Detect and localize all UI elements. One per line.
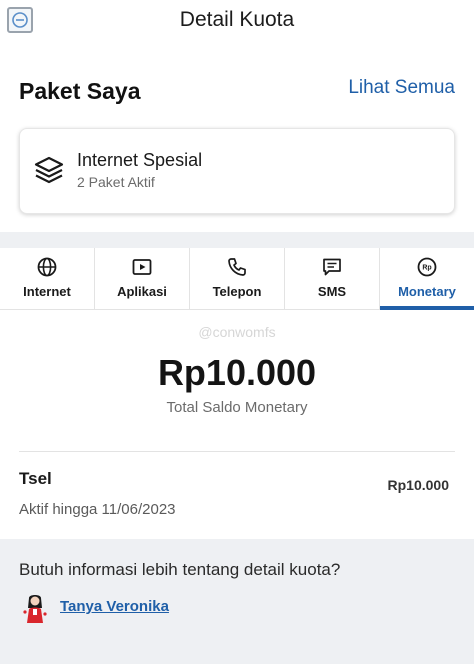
app-header: Detail Kuota bbox=[0, 0, 474, 44]
balance-item-validity: Aktif hingga 11/06/2023 bbox=[19, 501, 176, 518]
tab-label: Aplikasi bbox=[117, 284, 167, 299]
page-title: Detail Kuota bbox=[179, 8, 295, 31]
veronika-avatar-icon bbox=[23, 595, 47, 623]
divider-line bbox=[19, 451, 455, 452]
total-amount: Rp10.000 bbox=[157, 352, 317, 393]
play-icon bbox=[132, 259, 152, 275]
ask-veronika-link[interactable]: Tanya Veronika bbox=[60, 598, 169, 615]
balance-item-value: Rp10.000 bbox=[387, 477, 449, 493]
help-question: Butuh informasi lebih tentang detail kuo… bbox=[19, 560, 341, 579]
watermark: @conwomfs bbox=[198, 324, 276, 340]
balance-item-name: Tsel bbox=[19, 469, 52, 488]
globe-icon bbox=[37, 257, 57, 277]
tab-label: Internet bbox=[23, 284, 71, 299]
tab-sms[interactable]: SMS bbox=[285, 248, 380, 309]
total-caption: Total Saldo Monetary bbox=[166, 399, 308, 416]
tab-label: Telepon bbox=[212, 284, 262, 299]
tab-telepon[interactable]: Telepon bbox=[190, 248, 285, 309]
layers-icon bbox=[34, 156, 64, 184]
package-name: Internet Spesial bbox=[77, 150, 203, 170]
section-divider bbox=[0, 232, 474, 248]
tab-label: SMS bbox=[317, 284, 347, 299]
tab-monetary[interactable]: Rp Monetary bbox=[380, 248, 474, 310]
rupiah-icon: Rp bbox=[417, 257, 437, 277]
message-icon bbox=[323, 258, 341, 276]
see-all-link[interactable]: Lihat Semua bbox=[348, 77, 455, 99]
package-card[interactable]: Internet Spesial 2 Paket Aktif bbox=[19, 128, 455, 214]
tab-label: Monetary bbox=[398, 284, 456, 299]
quota-tabs: Internet Aplikasi Telepon SMS Rp Monetar… bbox=[0, 248, 474, 310]
phone-icon bbox=[228, 258, 246, 276]
tab-aplikasi[interactable]: Aplikasi bbox=[95, 248, 190, 309]
tab-internet[interactable]: Internet bbox=[0, 248, 95, 309]
section-title: Paket Saya bbox=[19, 78, 141, 104]
svg-text:Rp: Rp bbox=[422, 265, 431, 272]
package-count: 2 Paket Aktif bbox=[77, 174, 155, 190]
